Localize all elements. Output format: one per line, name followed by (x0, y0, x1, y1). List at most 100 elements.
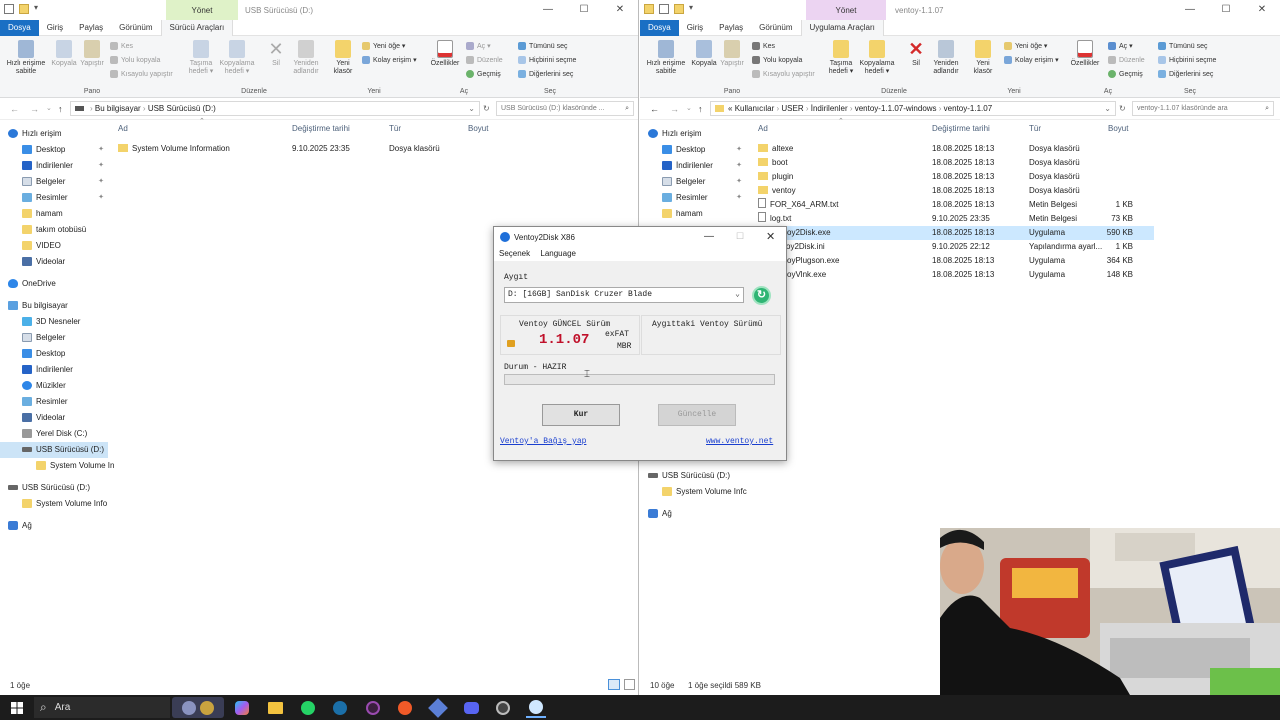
tab-home[interactable]: Giriş (679, 20, 711, 36)
nav-item[interactable]: takım otobüsü (0, 222, 108, 238)
edit-button[interactable]: Düzenle (1108, 56, 1145, 65)
qat-dropdown-icon[interactable]: ▾ (689, 4, 695, 14)
file-row[interactable]: log.txt 9.10.2025 23:35 Metin Belgesi 73 KB (758, 212, 1154, 226)
select-all-button[interactable]: Tümünü seç (1158, 42, 1208, 51)
file-row[interactable]: plugin 18.08.2025 18:13 Dosya klasörü (758, 170, 1154, 184)
breadcrumb-ventoy[interactable]: ventoy-1.1.07 (944, 104, 992, 113)
paste-button[interactable]: Yapıştır (79, 40, 105, 68)
move-to-button[interactable]: Taşıma hedefi ▾ (826, 40, 856, 76)
file-row[interactable]: altexe 18.08.2025 18:13 Dosya klasörü (758, 142, 1154, 156)
properties-icon[interactable] (659, 4, 669, 14)
nav-item[interactable]: System Volume Infc (640, 484, 747, 500)
file-row[interactable]: Ventoy2Disk.ini 9.10.2025 22:12 Yapılandır… (758, 240, 1154, 254)
nav-item[interactable]: İndirilenler ✦ (0, 158, 108, 174)
maximize-button[interactable]: ☐ (1208, 0, 1244, 20)
close-button[interactable]: ✕ (1244, 0, 1280, 20)
select-all-button[interactable]: Tümünü seç (518, 42, 568, 51)
nav-item[interactable]: Ağ (640, 506, 746, 522)
open-button[interactable]: Aç ▾ (1108, 42, 1133, 51)
tab-share[interactable]: Paylaş (71, 20, 111, 36)
breadcrumb-ventoy-windows[interactable]: ventoy-1.1.07-windows (855, 104, 937, 113)
copy-button[interactable]: Kopyala (690, 40, 718, 68)
select-none-button[interactable]: Hiçbirini seçme (518, 56, 576, 65)
column-name[interactable]: Ad (118, 124, 128, 138)
history-button[interactable]: Geçmiş (1108, 70, 1143, 79)
nav-item[interactable]: Hızlı erişim (0, 126, 108, 142)
minimize-button[interactable]: — (1172, 0, 1208, 20)
nav-item[interactable]: Videolar (0, 254, 108, 270)
column-size[interactable]: Boyut (1108, 124, 1128, 138)
taskbar-ventoy[interactable] (526, 697, 546, 718)
forward-arrow-icon[interactable]: → (670, 104, 679, 114)
menu-option[interactable]: Seçenek (499, 249, 530, 258)
edit-button[interactable]: Düzenle (466, 56, 503, 65)
taskbar-file-explorer[interactable] (265, 697, 285, 718)
taskbar-steam[interactable] (330, 697, 350, 718)
nav-item[interactable]: VIDEO (0, 238, 108, 254)
paste-button[interactable]: Yapıştır (719, 40, 745, 68)
recent-chevron-icon[interactable]: ⌄ (686, 104, 692, 112)
file-row[interactable]: VentoyVlnk.exe 18.08.2025 18:13 Uygulama 14… (758, 268, 1154, 282)
tab-drive-tools[interactable]: Sürücü Araçları (160, 19, 234, 36)
address-dropdown-icon[interactable]: ⌄ (468, 102, 475, 115)
maximize-button[interactable]: ☐ (736, 231, 744, 242)
taskbar-chrome[interactable] (493, 697, 513, 718)
nav-item[interactable]: Videolar (0, 410, 108, 426)
nav-item[interactable]: Hızlı erişim (640, 126, 746, 142)
column-size[interactable]: Boyut (468, 124, 488, 138)
context-tab-manage[interactable]: Yönet (166, 0, 238, 20)
taskbar-discord[interactable] (461, 697, 481, 718)
context-tab-manage[interactable]: Yönet (806, 0, 886, 20)
back-arrow-icon[interactable]: ← (650, 104, 659, 114)
website-link[interactable]: www.ventoy.net (706, 437, 773, 446)
nav-item[interactable]: Desktop ✦ (640, 142, 746, 158)
paste-shortcut-button[interactable]: Kısayolu yapıştır (752, 70, 815, 79)
new-folder-button[interactable]: Yeni klasör (970, 40, 996, 76)
file-row[interactable]: FOR_X64_ARM.txt 18.08.2025 18:13 Metin Bel… (758, 198, 1154, 212)
invert-selection-button[interactable]: Diğerlerini seç (518, 70, 573, 79)
taskbar-copilot[interactable] (232, 697, 252, 718)
back-arrow-icon[interactable]: ← (10, 104, 19, 114)
delete-button[interactable]: ✕ Sil (904, 40, 928, 68)
properties-icon[interactable] (4, 4, 14, 14)
menu-language[interactable]: Language (540, 249, 576, 258)
tab-app-tools[interactable]: Uygulama Araçları (800, 19, 884, 36)
nav-item[interactable]: Belgeler (0, 330, 108, 346)
close-button[interactable]: ✕ (602, 0, 638, 20)
nav-item[interactable]: USB Sürücüsü (D:) (0, 480, 108, 496)
invert-selection-button[interactable]: Diğerlerini seç (1158, 70, 1213, 79)
select-none-button[interactable]: Hiçbirini seçme (1158, 56, 1216, 65)
minimize-button[interactable]: — (704, 231, 714, 242)
nav-item[interactable]: hamam (640, 206, 746, 222)
nav-item[interactable]: Belgeler ✦ (640, 174, 746, 190)
easy-access-button[interactable]: Kolay erişim ▾ (1004, 56, 1059, 65)
file-row[interactable]: Ventoy2Disk.exe 18.08.2025 18:13 Uygulama 5… (758, 226, 1154, 240)
rename-button[interactable]: Yeniden adlandır (930, 40, 962, 76)
properties-button[interactable]: Özellikler (1068, 40, 1102, 68)
taskbar-ea[interactable] (395, 697, 415, 718)
nav-item[interactable]: Desktop (0, 346, 108, 362)
copy-path-button[interactable]: Yolu kopyala (110, 56, 160, 65)
tab-file[interactable]: Dosya (640, 19, 679, 36)
breadcrumb-downloads[interactable]: İndirilenler (811, 104, 848, 113)
column-type[interactable]: Tür (1029, 124, 1041, 138)
address-box[interactable]: › Bu bilgisayar › USB Sürücüsü (D:) ⌄ (70, 101, 480, 116)
device-select[interactable]: D: [16GB] SanDisk Cruzer Blade ⌄ (504, 287, 744, 303)
install-button[interactable]: Kur (542, 404, 620, 426)
nav-item[interactable]: 3D Nesneler (0, 314, 108, 330)
nav-item[interactable]: Resimler ✦ (0, 190, 108, 206)
file-row[interactable]: ventoy 18.08.2025 18:13 Dosya klasörü (758, 184, 1154, 198)
minimize-button[interactable]: — (530, 0, 566, 20)
taskbar-app[interactable] (428, 697, 448, 718)
cut-button[interactable]: Kes (110, 42, 133, 51)
tab-home[interactable]: Giriş (39, 20, 71, 36)
donate-link[interactable]: Ventoy'a Bağış yap (500, 437, 586, 446)
file-row[interactable]: VentoyPlugson.exe 18.08.2025 18:13 Uygulam… (758, 254, 1154, 268)
breadcrumb-this-pc[interactable]: Bu bilgisayar (95, 104, 141, 113)
breadcrumb-overflow[interactable]: « (728, 104, 732, 113)
nav-item[interactable]: İndirilenler (0, 362, 108, 378)
taskbar-whatsapp[interactable] (298, 697, 318, 718)
tab-view[interactable]: Görünüm (111, 20, 160, 36)
paste-shortcut-button[interactable]: Kısayolu yapıştır (110, 70, 173, 79)
taskbar-search[interactable]: ⌕ Ara (34, 697, 170, 718)
